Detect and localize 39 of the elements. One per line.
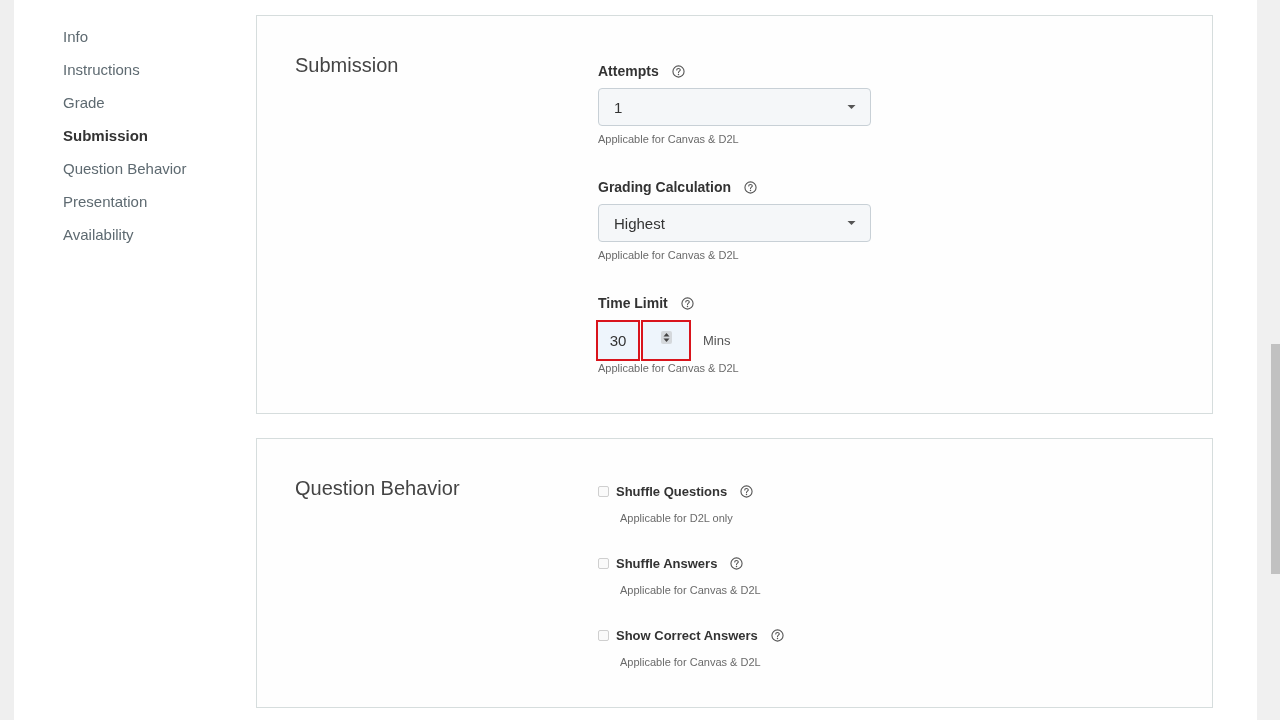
field-hint: Applicable for Canvas & D2L bbox=[620, 583, 761, 597]
checkbox-label: Shuffle Answers bbox=[616, 555, 718, 571]
field-hint: Applicable for Canvas & D2L bbox=[598, 248, 739, 262]
spinner-icon bbox=[660, 331, 672, 344]
field-hint: Applicable for Canvas & D2L bbox=[598, 361, 739, 375]
help-icon[interactable] bbox=[730, 556, 744, 570]
checkbox-label: Shuffle Questions bbox=[616, 483, 728, 499]
unit-label: Mins bbox=[703, 333, 731, 348]
sidebar-item[interactable]: Question Behavior bbox=[63, 152, 187, 185]
checkbox-label: Show Correct Answers bbox=[616, 627, 758, 643]
sidebar-item[interactable]: Submission bbox=[63, 119, 148, 152]
checkbox[interactable] bbox=[598, 557, 609, 569]
field-hint: Applicable for Canvas & D2L bbox=[598, 132, 739, 146]
field-hint: Applicable for Canvas & D2L bbox=[620, 655, 761, 669]
caret-icon bbox=[847, 105, 856, 109]
scrollbar-thumb[interactable] bbox=[1271, 344, 1280, 574]
field-label: Time Limit bbox=[598, 294, 668, 313]
help-icon[interactable] bbox=[744, 180, 757, 194]
sidebar-item[interactable]: Grade bbox=[63, 86, 105, 119]
select-dropdown[interactable]: Highest bbox=[598, 204, 871, 242]
field-label: Grading Calculation bbox=[598, 178, 731, 197]
select-dropdown[interactable]: 1 bbox=[598, 88, 871, 126]
section-title: Submission bbox=[295, 53, 399, 78]
help-icon[interactable] bbox=[740, 484, 754, 498]
field-label: Attempts bbox=[598, 62, 659, 81]
section-title: Question Behavior bbox=[295, 476, 460, 501]
help-icon[interactable] bbox=[680, 296, 694, 310]
checkbox[interactable] bbox=[598, 485, 609, 497]
sidebar-item[interactable]: Availability bbox=[63, 218, 134, 251]
number-field[interactable]: 30 bbox=[596, 320, 640, 361]
checkbox[interactable] bbox=[598, 629, 609, 641]
caret-icon bbox=[847, 221, 856, 225]
help-icon[interactable] bbox=[671, 64, 685, 78]
help-icon[interactable] bbox=[770, 628, 784, 642]
sidebar-item[interactable]: Presentation bbox=[63, 185, 148, 218]
spinner-button[interactable] bbox=[641, 320, 691, 361]
sidebar-item[interactable]: Instructions bbox=[63, 53, 140, 86]
field-hint: Applicable for D2L only bbox=[620, 511, 733, 525]
sidebar-item[interactable]: Info bbox=[63, 20, 89, 53]
